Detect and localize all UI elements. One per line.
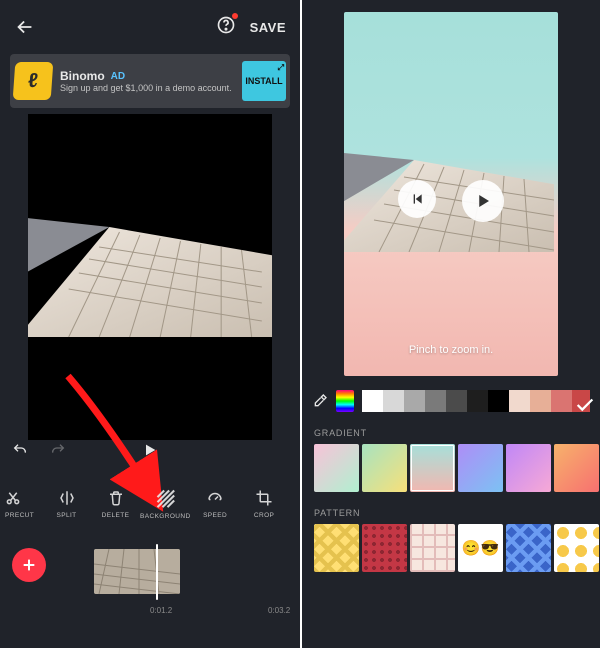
speed-tool[interactable]: SPEED (191, 474, 240, 534)
pattern-swatch[interactable] (410, 524, 455, 572)
add-media-button[interactable] (12, 548, 46, 582)
color-swatch[interactable] (467, 390, 488, 412)
color-swatch[interactable] (362, 390, 383, 412)
color-swatch[interactable] (425, 390, 446, 412)
header: SAVE (0, 0, 300, 54)
background-tool[interactable]: BACKGROUND (140, 474, 191, 534)
volume-tool[interactable]: VOLUM (289, 474, 300, 534)
pattern-swatch[interactable]: 😊😎 (458, 524, 503, 572)
play-button[interactable] (462, 180, 504, 222)
install-button[interactable]: INSTALL ⤢ (242, 61, 286, 101)
toolbar-label: DELETE (102, 512, 130, 519)
background-picker-screen: Pinch to zoom in. GRADIENT PATTERN � (302, 0, 600, 648)
color-swatch[interactable] (530, 390, 551, 412)
color-swatch[interactable] (404, 390, 425, 412)
color-spectrum[interactable] (336, 390, 354, 412)
timecode-end: 0:03.2 (268, 606, 290, 615)
crop-tool[interactable]: CROP (240, 474, 289, 534)
ad-tag: AD (111, 71, 125, 82)
pattern-swatch[interactable] (554, 524, 599, 572)
edit-toolbar: PRECUT SPLIT DELETE BACKGROUND SPEED CRO… (0, 474, 300, 534)
gradient-swatch[interactable] (554, 444, 599, 492)
eyedropper-button[interactable] (312, 392, 328, 410)
undo-button[interactable] (10, 442, 30, 463)
timeline-clip[interactable] (94, 549, 180, 594)
confirm-button[interactable] (574, 394, 596, 421)
pattern-swatches: 😊😎 (314, 524, 600, 572)
timeline-playhead[interactable] (156, 544, 158, 600)
ad-text: Binomo AD Sign up and get $1,000 in a de… (60, 69, 234, 93)
redo-button[interactable] (48, 442, 68, 463)
gradient-swatch[interactable] (458, 444, 503, 492)
solid-color-swatches (362, 390, 590, 412)
gradient-swatch[interactable] (506, 444, 551, 492)
ad-title: Binomo (60, 69, 105, 83)
ad-subtitle: Sign up and get $1,000 in a demo account… (60, 83, 234, 93)
color-row (312, 390, 590, 412)
gradient-swatch[interactable] (362, 444, 407, 492)
split-tool[interactable]: SPLIT (42, 474, 91, 534)
pattern-swatch[interactable] (314, 524, 359, 572)
color-swatch[interactable] (383, 390, 404, 412)
save-button[interactable]: SAVE (250, 20, 286, 35)
skip-back-button[interactable] (398, 180, 436, 218)
delete-tool[interactable]: DELETE (91, 474, 140, 534)
ad-banner[interactable]: ℓ Binomo AD Sign up and get $1,000 in a … (10, 54, 290, 108)
gradient-swatch[interactable] (314, 444, 359, 492)
color-swatch[interactable] (488, 390, 509, 412)
color-swatch[interactable] (509, 390, 530, 412)
section-label-gradient: GRADIENT (314, 428, 600, 438)
play-button[interactable] (142, 441, 158, 464)
help-button[interactable] (216, 15, 236, 40)
gradient-swatches (314, 444, 600, 492)
background-preview[interactable]: Pinch to zoom in. (344, 12, 558, 376)
gradient-swatch-selected[interactable] (410, 444, 455, 492)
color-swatch[interactable] (446, 390, 467, 412)
toolbar-label: CROP (254, 512, 274, 519)
preview-frame (28, 217, 272, 337)
toolbar-label: PRECUT (5, 512, 34, 519)
pattern-swatch[interactable] (362, 524, 407, 572)
open-icon: ⤢ (278, 63, 284, 73)
precut-tool[interactable]: PRECUT (0, 474, 42, 534)
toolbar-label: SPEED (203, 512, 227, 519)
editor-main-screen: SAVE ℓ Binomo AD Sign up and get $1,000 … (0, 0, 302, 648)
toolbar-label: SPLIT (56, 512, 76, 519)
zoom-hint: Pinch to zoom in. (344, 344, 558, 356)
ad-app-icon: ℓ (13, 62, 54, 100)
pattern-swatch[interactable] (506, 524, 551, 572)
timecode-current: 0:01.2 (150, 606, 172, 615)
video-preview[interactable] (28, 114, 272, 440)
color-swatch[interactable] (551, 390, 572, 412)
back-button[interactable] (14, 16, 36, 38)
toolbar-label: BACKGROUND (140, 513, 191, 520)
notification-dot (232, 13, 238, 19)
section-label-pattern: PATTERN (314, 508, 600, 518)
